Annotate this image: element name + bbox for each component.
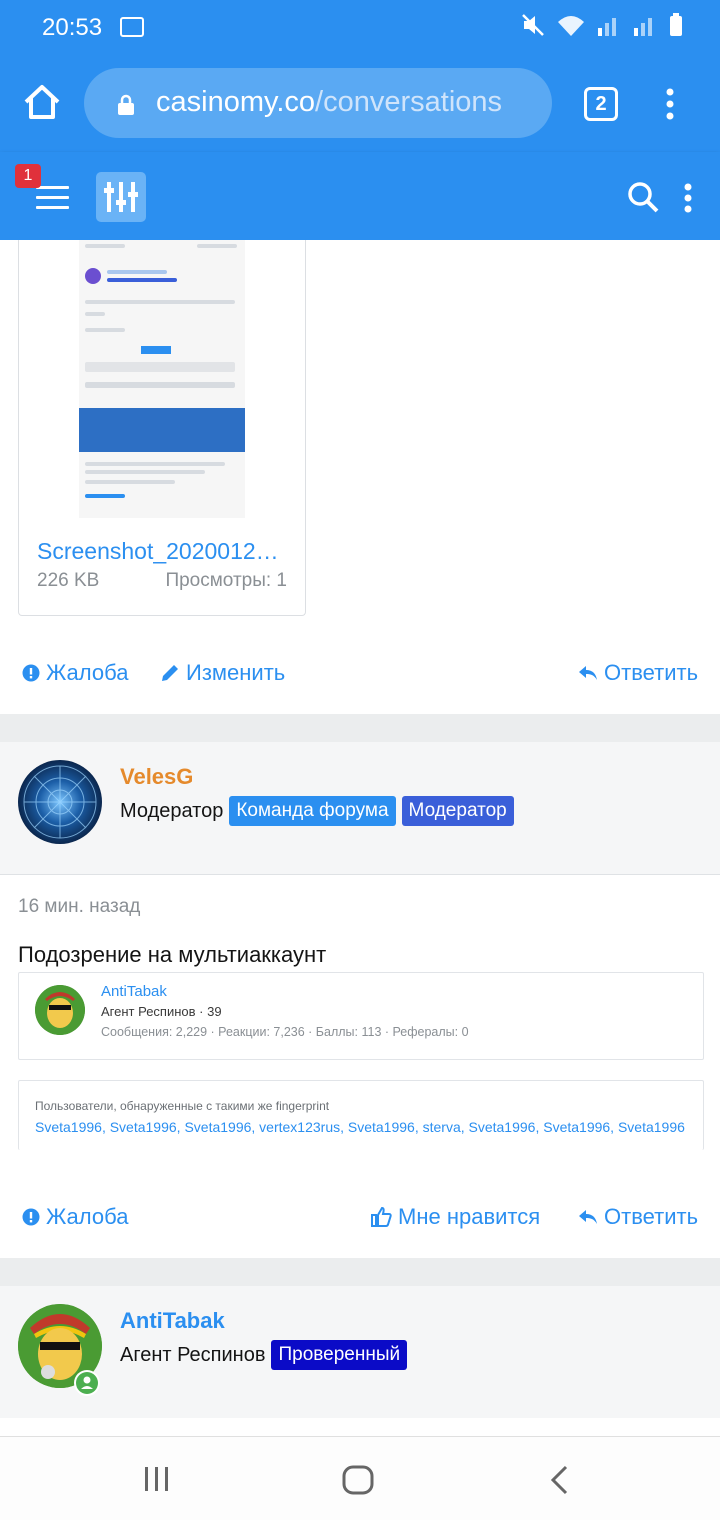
pencil-icon <box>162 665 178 681</box>
report-button[interactable]: Жалоба <box>22 1204 128 1230</box>
signal-icon <box>598 18 616 36</box>
back-icon[interactable] <box>548 1465 570 1495</box>
post-text: Подозрение на мультиаккаунт <box>18 942 327 967</box>
post-3-body <box>0 1418 720 1436</box>
system-nav-bar <box>0 1436 720 1520</box>
wifi-icon <box>558 16 584 36</box>
url-text: casinomy.co/conversations <box>156 86 503 118</box>
post-time[interactable]: 16 мин. назад <box>18 896 140 918</box>
browser-chrome: 20:53 casinomy.co/conversations 2 <box>0 0 720 152</box>
embed-user-stats: Сообщения: 2,229 · Реакции: 7,236 · Балл… <box>101 1025 469 1039</box>
tab-switcher-button[interactable]: 2 <box>584 87 618 121</box>
home-icon[interactable] <box>22 82 62 122</box>
menu-icon[interactable] <box>36 186 69 216</box>
username[interactable]: AntiTabak <box>120 1308 225 1334</box>
avatar[interactable] <box>18 760 102 844</box>
fingerprint-embed: Пользователи, обнаруженные с такими же f… <box>18 1080 704 1150</box>
thumbs-up-icon <box>371 1206 392 1227</box>
status-time: 20:53 <box>42 14 103 41</box>
forum-logo[interactable] <box>96 172 146 222</box>
recent-apps-icon[interactable] <box>142 1465 172 1493</box>
avatar[interactable] <box>35 985 85 1035</box>
embed-username[interactable]: AntiTabak <box>101 983 167 1000</box>
reply-icon <box>579 666 597 680</box>
attachment-filename[interactable]: Screenshot_2020012… <box>37 538 279 565</box>
attachment-views: Просмотры: 1 <box>165 570 287 591</box>
alert-icon <box>22 1208 40 1226</box>
attachment-size: 226 KB <box>37 570 100 591</box>
fingerprint-users[interactable]: Sveta1996, Sveta1996, Sveta1996, vertex1… <box>35 1119 685 1135</box>
reply-icon <box>579 1210 597 1224</box>
banner-team: Команда форума <box>229 796 396 826</box>
user-title-row: Агент Респинов Проверенный <box>120 1340 408 1370</box>
username[interactable]: VelesG <box>120 764 193 790</box>
embed-user-title: Агент Респинов · 39 <box>101 1004 222 1019</box>
post-2-user-header: VelesG Модератор Команда форума Модерато… <box>0 742 720 874</box>
status-icons <box>520 12 684 38</box>
url-bar[interactable]: casinomy.co/conversations <box>84 68 552 138</box>
banner-moderator: Модератор <box>401 796 514 826</box>
signal-icon-2 <box>634 18 652 36</box>
sliders-icon <box>104 182 138 212</box>
attachment-card[interactable]: Screenshot_2020012… 226 KB Просмотры: 1 <box>18 240 306 616</box>
divider <box>0 874 720 875</box>
user-title-row: Модератор Команда форума Модератор <box>120 796 514 826</box>
lock-icon <box>118 94 134 115</box>
mail-icon <box>120 17 144 37</box>
battery-icon <box>670 13 682 36</box>
user-title: Агент Респинов <box>120 1343 266 1366</box>
edit-button[interactable]: Изменить <box>160 660 285 686</box>
like-button[interactable]: Мне нравится <box>370 1204 540 1230</box>
banner-verified: Проверенный <box>271 1340 408 1370</box>
post-3-user-header: AntiTabak Агент Респинов Проверенный <box>0 1286 720 1418</box>
attachment-thumbnail[interactable] <box>79 240 245 518</box>
forum-header: 1 <box>0 152 720 240</box>
more-vert-icon[interactable] <box>682 182 694 214</box>
mute-icon <box>522 14 544 36</box>
user-title: Модератор <box>120 799 224 822</box>
alert-icon <box>22 664 40 682</box>
report-button[interactable]: Жалоба <box>22 660 128 686</box>
home-nav-icon[interactable] <box>342 1465 374 1495</box>
search-icon[interactable] <box>626 180 660 214</box>
notification-badge: 1 <box>15 164 41 188</box>
fingerprint-title: Пользователи, обнаруженные с такими же f… <box>35 1099 330 1113</box>
user-card-embed: AntiTabak Агент Респинов · 39 Сообщения:… <box>18 972 704 1060</box>
online-indicator <box>74 1370 100 1396</box>
reply-button[interactable]: Ответить <box>578 660 698 686</box>
more-vert-icon[interactable] <box>660 86 680 122</box>
reply-button[interactable]: Ответить <box>578 1204 698 1230</box>
